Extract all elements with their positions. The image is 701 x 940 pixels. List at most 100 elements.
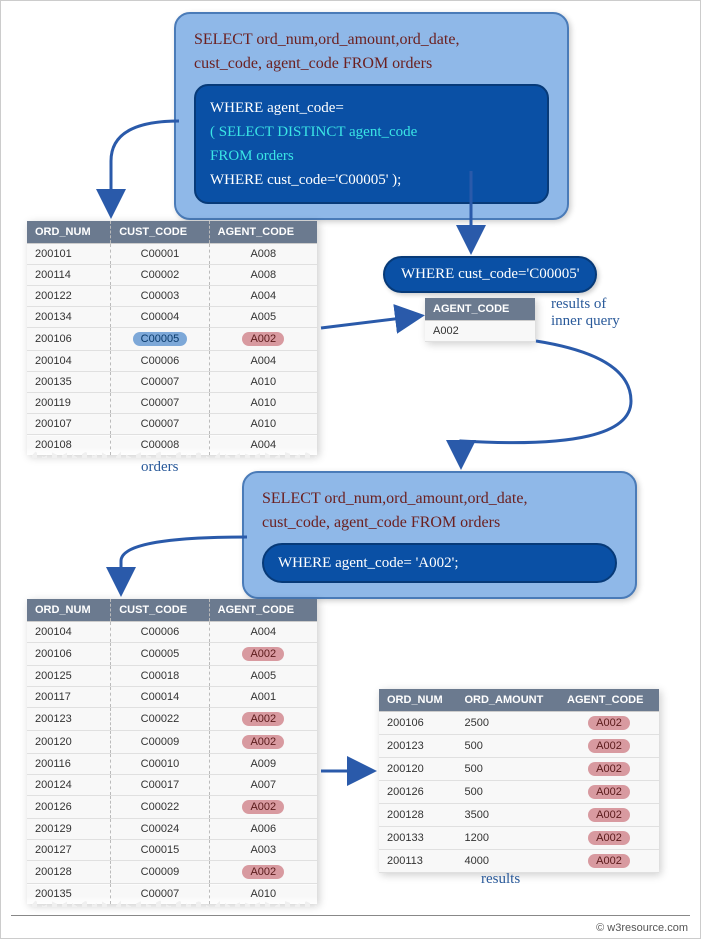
table-row: 200120500A002 — [379, 758, 659, 781]
cell: A004 — [209, 286, 317, 307]
orders-table-1: ORD_NUM CUST_CODE AGENT_CODE 200101C0000… — [27, 221, 317, 455]
cell: 200133 — [379, 827, 456, 850]
cell: C00009 — [111, 861, 209, 884]
cell: C00008 — [111, 435, 209, 456]
cell: 200135 — [27, 884, 111, 905]
table-row: 200126C00022A002 — [27, 796, 317, 819]
table-row: 200104C00006A004 — [27, 351, 317, 372]
table-row: 2001283500A002 — [379, 804, 659, 827]
cell: A010 — [209, 372, 317, 393]
table-row: 200116C00010A009 — [27, 754, 317, 775]
col-res-ord-amount: ORD_AMOUNT — [456, 689, 559, 712]
cell: 200120 — [27, 731, 111, 754]
table-row: 200135C00007A010 — [27, 884, 317, 905]
cell: C00010 — [111, 754, 209, 775]
table-row: 200134C00004A005 — [27, 307, 317, 328]
sql-subquery-line3: WHERE cust_code='C00005' ); — [210, 168, 533, 192]
cell: 200128 — [379, 804, 456, 827]
cell: A005 — [209, 307, 317, 328]
table-row: 2001331200A002 — [379, 827, 659, 850]
cell: 1200 — [456, 827, 559, 850]
cell: A006 — [209, 819, 317, 840]
cell: C00022 — [111, 708, 209, 731]
cell: 500 — [456, 758, 559, 781]
cell: A002 — [559, 735, 659, 758]
cell: C00004 — [111, 307, 209, 328]
col-agent-code-2: AGENT_CODE — [209, 599, 317, 622]
cell: 200101 — [27, 244, 111, 265]
cell: C00018 — [111, 666, 209, 687]
cell: 500 — [456, 781, 559, 804]
cell: 2500 — [456, 712, 559, 735]
cell: A008 — [209, 244, 317, 265]
col-agent-code: AGENT_CODE — [209, 221, 317, 244]
cell: C00002 — [111, 265, 209, 286]
cell: A002 — [559, 781, 659, 804]
cell: 200104 — [27, 622, 111, 643]
cell: A007 — [209, 775, 317, 796]
table-row: 200127C00015A003 — [27, 840, 317, 861]
cell: A008 — [209, 265, 317, 286]
cell: A010 — [209, 884, 317, 905]
cell: C00015 — [111, 840, 209, 861]
cell: 200126 — [379, 781, 456, 804]
sql-resolved-where: WHERE agent_code= 'A002'; — [262, 543, 617, 583]
table-row: 200107C00007A010 — [27, 414, 317, 435]
col-agent-code-inner: AGENT_CODE — [425, 298, 535, 321]
cell: 200114 — [27, 265, 111, 286]
table-row: 200126500A002 — [379, 781, 659, 804]
cell: A002 — [209, 861, 317, 884]
cell: A001 — [209, 687, 317, 708]
table-row: 200101C00001A008 — [27, 244, 317, 265]
cell: C00022 — [111, 796, 209, 819]
cell: A005 — [209, 666, 317, 687]
cell: 4000 — [456, 850, 559, 873]
table-row: 200106C00005A002 — [27, 328, 317, 351]
inner-result-value: A002 — [425, 321, 535, 342]
cell: 200126 — [27, 796, 111, 819]
inner-result-label: results of inner query — [551, 296, 620, 330]
table-row: 2001134000A002 — [379, 850, 659, 873]
cell: A002 — [559, 758, 659, 781]
cell: 200128 — [27, 861, 111, 884]
cell: A004 — [209, 351, 317, 372]
cell: A002 — [209, 328, 317, 351]
cell: A004 — [209, 622, 317, 643]
cell: 200113 — [379, 850, 456, 873]
cell: 200106 — [27, 328, 111, 351]
table-row: 200129C00024A006 — [27, 819, 317, 840]
table-row: 200119C00007A010 — [27, 393, 317, 414]
table-row: 200123C00022A002 — [27, 708, 317, 731]
cell: 200108 — [27, 435, 111, 456]
cell: C00005 — [111, 328, 209, 351]
results-table: ORD_NUM ORD_AMOUNT AGENT_CODE 2001062500… — [379, 689, 659, 873]
cell: 200107 — [27, 414, 111, 435]
cell: 200106 — [27, 643, 111, 666]
cell: A009 — [209, 754, 317, 775]
cell: C00017 — [111, 775, 209, 796]
cell: A002 — [209, 643, 317, 666]
cell: 3500 — [456, 804, 559, 827]
sql-resolved-line1: SELECT ord_num,ord_amount,ord_date, — [262, 487, 617, 511]
cell: A002 — [559, 804, 659, 827]
orders-label-1: orders — [141, 459, 179, 476]
cell: C00009 — [111, 731, 209, 754]
table-row: 200123500A002 — [379, 735, 659, 758]
table-row: 200125C00018A005 — [27, 666, 317, 687]
cell: 200104 — [27, 351, 111, 372]
sql-select-line1: SELECT ord_num,ord_amount,ord_date, — [194, 28, 549, 52]
where-cust-pill: WHERE cust_code='C00005' — [383, 256, 597, 293]
orders-table-2: ORD_NUM CUST_CODE AGENT_CODE 200104C0000… — [27, 599, 317, 904]
cell: C00006 — [111, 622, 209, 643]
table-row: 200114C00002A008 — [27, 265, 317, 286]
cell: C00003 — [111, 286, 209, 307]
cell: C00007 — [111, 884, 209, 905]
table-row: 200104C00006A004 — [27, 622, 317, 643]
cell: 200123 — [379, 735, 456, 758]
cell: A004 — [209, 435, 317, 456]
cell: 200117 — [27, 687, 111, 708]
cell: 500 — [456, 735, 559, 758]
cell: 200120 — [379, 758, 456, 781]
cell: 200125 — [27, 666, 111, 687]
sql-resolved-box: SELECT ord_num,ord_amount,ord_date, cust… — [242, 471, 637, 599]
